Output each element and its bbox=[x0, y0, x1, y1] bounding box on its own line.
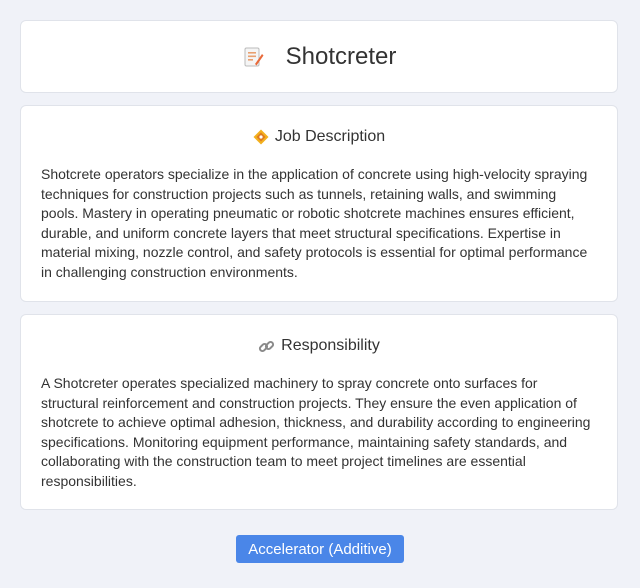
page-title: Shotcreter bbox=[285, 42, 397, 70]
diamond-icon bbox=[253, 129, 269, 145]
responsibility-title: Responsibility bbox=[281, 337, 380, 354]
memo-icon bbox=[244, 47, 264, 66]
job-description-text: Shotcrete operators specialize in the ap… bbox=[41, 166, 588, 280]
responsibility-card: Responsibility A Shotcreter operates spe… bbox=[20, 314, 618, 510]
tag-accelerator[interactable]: Accelerator (Additive) bbox=[236, 535, 404, 563]
job-description-heading: Job Description bbox=[21, 128, 617, 146]
responsibility-text: A Shotcreter operates specialized machin… bbox=[41, 375, 591, 489]
job-description-card: Job Description Shotcrete operators spec… bbox=[20, 105, 618, 302]
link-icon bbox=[259, 340, 275, 352]
job-description-title: Job Description bbox=[274, 128, 386, 145]
header-card: Shotcreter bbox=[20, 20, 618, 93]
responsibility-heading: Responsibility bbox=[21, 337, 617, 355]
